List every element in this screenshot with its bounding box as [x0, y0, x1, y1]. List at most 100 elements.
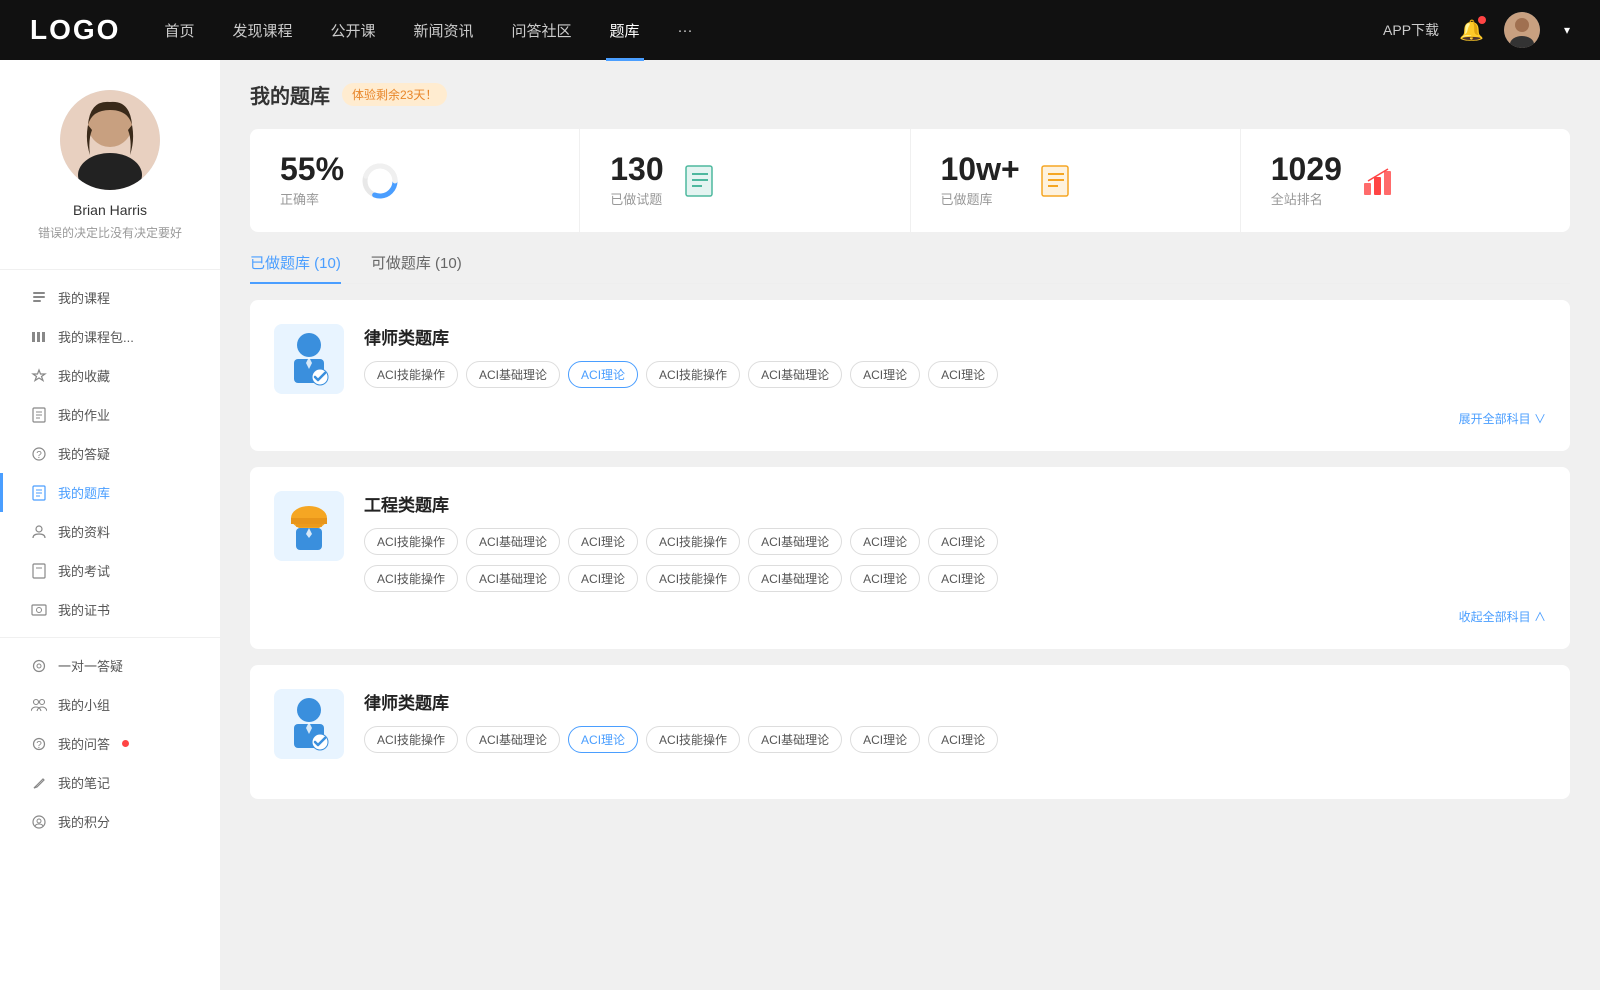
- tab-available-banks[interactable]: 可做题库 (10): [371, 252, 462, 283]
- nav-more[interactable]: ···: [674, 22, 697, 39]
- svg-text:?: ?: [36, 740, 42, 751]
- sidebar-item-my-answers[interactable]: ? 我的问答: [0, 724, 220, 763]
- accuracy-chart-icon: [360, 161, 400, 201]
- qbank-tag[interactable]: ACI基础理论: [466, 361, 560, 388]
- sidebar-item-exams-label: 我的考试: [58, 561, 110, 580]
- stat-done-questions-value: 130: [610, 153, 663, 185]
- sidebar-item-notes[interactable]: 我的笔记: [0, 763, 220, 802]
- qbank-lawyer2-name: 律师类题库: [364, 689, 1546, 714]
- nav-opencourse[interactable]: 公开课: [326, 20, 379, 41]
- qbank-card-engineer1: 工程类题库 ACI技能操作 ACI基础理论 ACI理论 ACI技能操作 ACI基…: [250, 467, 1570, 649]
- notification-dot: [1478, 16, 1486, 24]
- header-right: APP下载 🔔 ▾: [1383, 12, 1570, 48]
- stats-row: 55% 正确率 130 已做试题: [250, 129, 1570, 232]
- qbank-tag[interactable]: ACI基础理论: [748, 361, 842, 388]
- sidebar-item-profile[interactable]: 我的资料: [0, 512, 220, 551]
- sidebar-item-certificate[interactable]: 我的证书: [0, 590, 220, 629]
- stat-done-banks-label: 已做题库: [941, 189, 1020, 208]
- qbank-engineer1-collapse[interactable]: 收起全部科目 ∧: [1459, 608, 1546, 625]
- sidebar-item-group[interactable]: 我的小组: [0, 685, 220, 724]
- svg-text:?: ?: [36, 450, 42, 461]
- qbank-tag-active[interactable]: ACI理论: [568, 361, 638, 388]
- sidebar-item-packages[interactable]: 我的课程包...: [0, 317, 220, 356]
- sidebar: Brian Harris 错误的决定比没有决定要好 我的课程 我的课程包...: [0, 60, 220, 990]
- sidebar-item-homework[interactable]: 我的作业: [0, 395, 220, 434]
- qbank-tag[interactable]: ACI理论: [850, 726, 920, 753]
- qbank-tag[interactable]: ACI基础理论: [466, 726, 560, 753]
- sidebar-item-favorites[interactable]: 我的收藏: [0, 356, 220, 395]
- qbank-tag[interactable]: ACI基础理论: [466, 528, 560, 555]
- sidebar-item-points-label: 我的积分: [58, 812, 110, 831]
- my-answers-badge: [122, 740, 129, 747]
- nav-qa[interactable]: 问答社区: [508, 20, 576, 41]
- nav-home[interactable]: 首页: [160, 20, 198, 41]
- qbank-lawyer1-expand[interactable]: 展开全部科目 ∨: [1459, 410, 1546, 427]
- qbank-engineer1-tags-row1: ACI技能操作 ACI基础理论 ACI理论 ACI技能操作 ACI基础理论 AC…: [364, 528, 1546, 555]
- main-content: 我的题库 体验剩余23天！ 55% 正确率: [220, 60, 1600, 990]
- sidebar-item-courses[interactable]: 我的课程: [0, 278, 220, 317]
- qbank-lawyer1-name: 律师类题库: [364, 324, 1546, 349]
- points-icon: [30, 813, 48, 831]
- sidebar-item-tutor[interactable]: 一对一答疑: [0, 646, 220, 685]
- qbank-card-lawyer2: 律师类题库 ACI技能操作 ACI基础理论 ACI理论 ACI技能操作 ACI基…: [250, 665, 1570, 799]
- sidebar-profile: Brian Harris 错误的决定比没有决定要好: [0, 60, 220, 261]
- qbank-tag[interactable]: ACI技能操作: [646, 528, 740, 555]
- qbank-tag[interactable]: ACI理论: [850, 528, 920, 555]
- sidebar-item-certificate-label: 我的证书: [58, 600, 110, 619]
- qbank-tag[interactable]: ACI基础理论: [748, 528, 842, 555]
- qbank-tag[interactable]: ACI技能操作: [646, 565, 740, 592]
- nav-discover[interactable]: 发现课程: [228, 20, 296, 41]
- sidebar-item-profile-label: 我的资料: [58, 522, 110, 541]
- profile-icon: [30, 523, 48, 541]
- qbank-tag[interactable]: ACI技能操作: [646, 361, 740, 388]
- qbank-tag-active[interactable]: ACI理论: [568, 726, 638, 753]
- qbank-tag[interactable]: ACI理论: [928, 565, 998, 592]
- qbank-tag[interactable]: ACI理论: [928, 361, 998, 388]
- qbank-tag[interactable]: ACI理论: [850, 361, 920, 388]
- qbank-tag[interactable]: ACI理论: [850, 565, 920, 592]
- qbank-tag[interactable]: ACI技能操作: [364, 361, 458, 388]
- qbank-tag[interactable]: ACI理论: [928, 726, 998, 753]
- sidebar-item-exams[interactable]: 我的考试: [0, 551, 220, 590]
- qbank-tag[interactable]: ACI理论: [568, 528, 638, 555]
- qbank-tag[interactable]: ACI理论: [568, 565, 638, 592]
- qbank-tag[interactable]: ACI基础理论: [748, 726, 842, 753]
- notification-bell[interactable]: 🔔: [1459, 18, 1484, 43]
- notes-icon: [30, 774, 48, 792]
- qbank-tag[interactable]: ACI理论: [928, 528, 998, 555]
- stat-done-questions: 130 已做试题: [580, 129, 910, 232]
- sidebar-item-points[interactable]: 我的积分: [0, 802, 220, 841]
- nav-questionbank[interactable]: 题库: [606, 20, 644, 41]
- sidebar-divider: [0, 269, 220, 270]
- tutor-icon: [30, 657, 48, 675]
- sidebar-item-my-answers-label: 我的问答: [58, 734, 110, 753]
- qbank-tag[interactable]: ACI技能操作: [364, 565, 458, 592]
- user-avatar[interactable]: [1504, 12, 1540, 48]
- sidebar-item-answers-label: 我的答疑: [58, 444, 110, 463]
- sidebar-item-answers[interactable]: ? 我的答疑: [0, 434, 220, 473]
- qbank-tag[interactable]: ACI基础理论: [748, 565, 842, 592]
- tabs: 已做题库 (10) 可做题库 (10): [250, 252, 1570, 284]
- stat-accuracy-value: 55%: [280, 153, 344, 185]
- qbank-lawyer2-tags: ACI技能操作 ACI基础理论 ACI理论 ACI技能操作 ACI基础理论 AC…: [364, 726, 1546, 753]
- tab-done-banks[interactable]: 已做题库 (10): [250, 252, 341, 283]
- user-menu-chevron[interactable]: ▾: [1564, 23, 1570, 37]
- favorites-icon: [30, 367, 48, 385]
- qbank-tag[interactable]: ACI技能操作: [646, 726, 740, 753]
- qbank-tag[interactable]: ACI技能操作: [364, 726, 458, 753]
- sidebar-item-questionbank[interactable]: 我的题库: [0, 473, 220, 512]
- qbank-lawyer2-icon: [274, 689, 344, 759]
- stat-ranking-value: 1029: [1271, 153, 1342, 185]
- sidebar-item-packages-label: 我的课程包...: [58, 327, 134, 346]
- sidebar-item-courses-label: 我的课程: [58, 288, 110, 307]
- qbank-tag[interactable]: ACI技能操作: [364, 528, 458, 555]
- done-questions-icon: [680, 161, 720, 201]
- sidebar-item-homework-label: 我的作业: [58, 405, 110, 424]
- app-download-btn[interactable]: APP下载: [1383, 20, 1439, 40]
- qbank-tag[interactable]: ACI基础理论: [466, 565, 560, 592]
- sidebar-item-favorites-label: 我的收藏: [58, 366, 110, 385]
- questionbank-icon: [30, 484, 48, 502]
- nav-news[interactable]: 新闻资讯: [410, 20, 478, 41]
- main-layout: Brian Harris 错误的决定比没有决定要好 我的课程 我的课程包...: [0, 60, 1600, 990]
- qbank-card-lawyer1: 律师类题库 ACI技能操作 ACI基础理论 ACI理论 ACI技能操作 ACI基…: [250, 300, 1570, 451]
